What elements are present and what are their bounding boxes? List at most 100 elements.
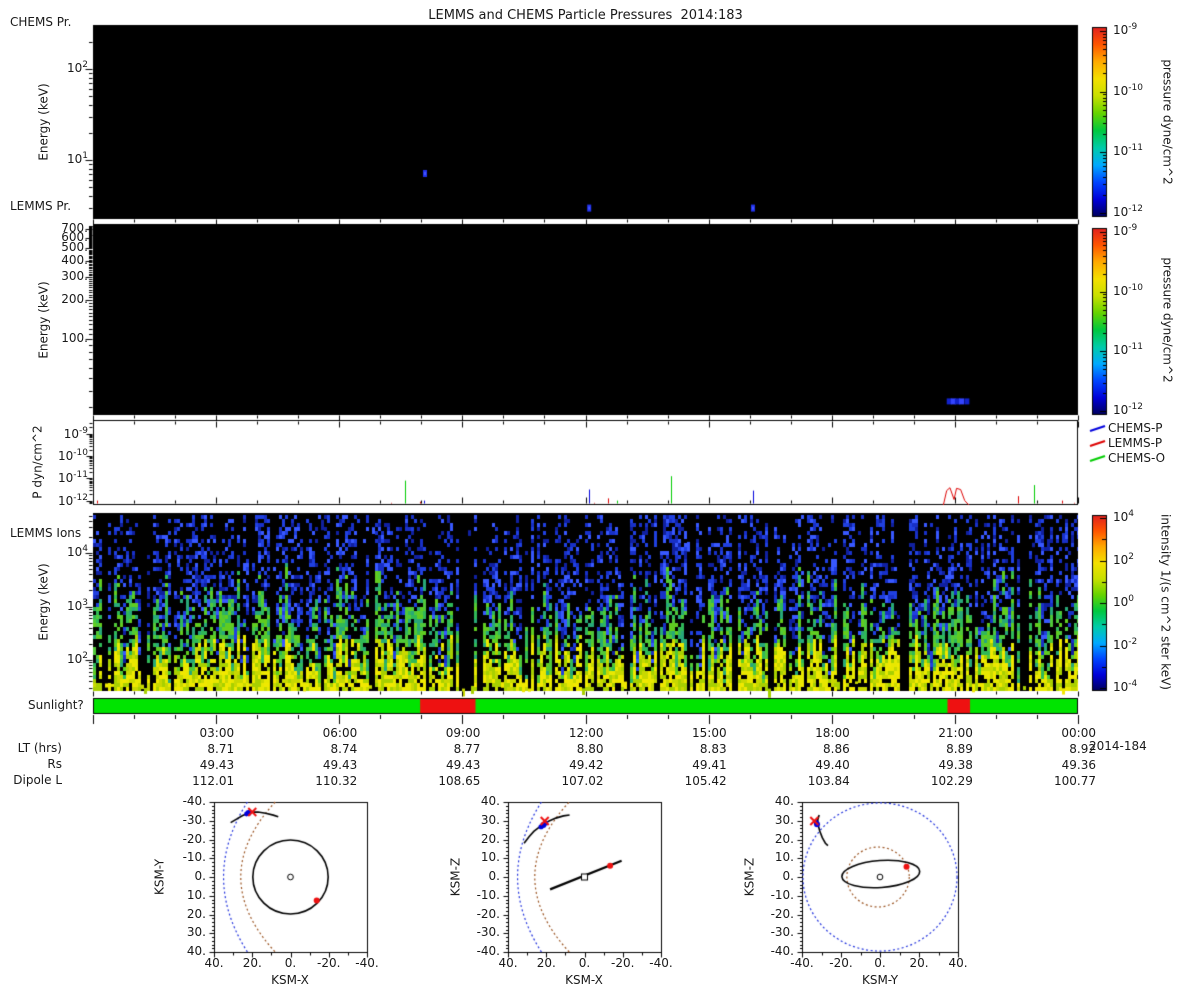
ephemeris-rs-value: 49.40 <box>770 758 850 772</box>
orbit-ytick-label: -10. <box>166 850 206 864</box>
ephemeris-rs-value: 49.42 <box>524 758 604 772</box>
ephemeris-dipole_l-value: 110.32 <box>277 774 357 788</box>
pressure-ytick-label: 10-11 <box>0 470 88 485</box>
ephemeris-dipole_l-value: 100.77 <box>1016 774 1096 788</box>
orbit-xtick-label: -40. <box>636 956 686 970</box>
ephemeris-lt-value: 8.86 <box>770 742 850 756</box>
ions-panel-label: LEMMS Ions <box>10 527 81 540</box>
pressure-ytick-label: 10-9 <box>0 426 88 441</box>
sunlight-label: Sunlight? <box>28 699 84 712</box>
orbit-ytick-label: 0. <box>460 869 500 883</box>
orbit-ytick-label: 0. <box>166 869 206 883</box>
orbit-ytick-label: 10. <box>754 850 794 864</box>
orbit-ytick-label: -20. <box>460 907 500 921</box>
orbit-ytick-label: 30. <box>460 813 500 827</box>
orbit-ytick-label: -40. <box>460 944 500 958</box>
ions-ytick-label: 102 <box>0 651 88 666</box>
ephemeris-lt-value: 8.89 <box>893 742 973 756</box>
cb2-tick-label: 10-12 <box>1113 402 1143 417</box>
orbit-ytick-label: 40. <box>166 944 206 958</box>
ephemeris-lt-value: 8.74 <box>277 742 357 756</box>
lemms-ytick-label: 100. <box>0 331 88 345</box>
cb2-tick-label: 10-9 <box>1113 223 1137 238</box>
pressure-unit-label-1: pressure dyne/cm^2 <box>1161 59 1174 184</box>
ephemeris-rs-value: 49.43 <box>277 758 357 772</box>
ephemeris-rs-value: 49.38 <box>893 758 973 772</box>
page-title: LEMMS and CHEMS Particle Pressures 2014:… <box>93 9 1078 22</box>
ephemeris-lt-value: 8.92 <box>1016 742 1096 756</box>
plot-page: LEMMS and CHEMS Particle Pressures 2014:… <box>0 0 1200 1000</box>
orbit-ytick-label: 40. <box>754 794 794 808</box>
orbit-ytick-label: -10. <box>754 888 794 902</box>
ephemeris-time-value: 15:00 <box>647 726 727 740</box>
chems-ytick-label: 101 <box>0 151 88 166</box>
ions-ytick-label: 103 <box>0 598 88 613</box>
cb2-tick-label: 10-10 <box>1113 283 1143 298</box>
ephemeris-time-value: 06:00 <box>277 726 357 740</box>
legend-chems-p: CHEMS-P <box>1108 421 1163 435</box>
dipole-row-label: Dipole L <box>0 774 62 787</box>
orbit-ytick-label: -30. <box>754 925 794 939</box>
intensity-unit-label: intensity 1/(s cm^2 ster keV) <box>1159 514 1172 690</box>
chems-ytick-label: 102 <box>0 60 88 75</box>
orbit-ytick-label: 10. <box>166 888 206 902</box>
chems-panel-label: CHEMS Pr. <box>10 16 71 29</box>
pressure-ytick-label: 10-12 <box>0 493 88 508</box>
ephemeris-rs-value: 49.41 <box>647 758 727 772</box>
orbit-ytick-label: -20. <box>166 832 206 846</box>
orbit-ytick-label: 20. <box>460 832 500 846</box>
orbit-ytick-label: -10. <box>460 888 500 902</box>
orbit-ytick-label: 10. <box>460 850 500 864</box>
cb4-tick-label: 10-2 <box>1113 637 1137 652</box>
lt-row-label: LT (hrs) <box>0 742 62 755</box>
ephemeris-dipole_l-value: 103.84 <box>770 774 850 788</box>
next-day-label: 2014-184 <box>1089 740 1147 753</box>
orbit-ytick-label: -30. <box>460 925 500 939</box>
pressure-unit-label-2: pressure dyne/cm^2 <box>1161 257 1174 382</box>
orbit2-xaxis-title: KSM-X <box>534 974 634 987</box>
orbit-ytick-label: -20. <box>754 907 794 921</box>
ephemeris-rs-value: 49.43 <box>154 758 234 772</box>
ephemeris-rs-value: 49.43 <box>400 758 480 772</box>
orbit3-xaxis-title: KSM-Y <box>830 974 930 987</box>
cb1-tick-label: 10-11 <box>1113 143 1143 158</box>
pressure-ytick-label: 10-10 <box>0 448 88 463</box>
ephemeris-dipole_l-value: 107.02 <box>524 774 604 788</box>
lemms-panel-label: LEMMS Pr. <box>10 200 71 213</box>
ephemeris-time-value: 00:00 <box>1016 726 1096 740</box>
ephemeris-lt-value: 8.83 <box>647 742 727 756</box>
orbit-ytick-label: 40. <box>460 794 500 808</box>
ephemeris-time-value: 12:00 <box>524 726 604 740</box>
orbit-ytick-label: -40. <box>754 944 794 958</box>
orbit-ytick-label: -30. <box>166 813 206 827</box>
legend-chems-o: CHEMS-O <box>1108 451 1165 465</box>
cb4-tick-label: 10-4 <box>1113 679 1137 694</box>
cb4-tick-label: 102 <box>1113 552 1134 567</box>
ephemeris-dipole_l-value: 112.01 <box>154 774 234 788</box>
rs-row-label: Rs <box>0 758 62 771</box>
ephemeris-dipole_l-value: 102.29 <box>893 774 973 788</box>
cb2-tick-label: 10-11 <box>1113 342 1143 357</box>
orbit1-yaxis-title: KSM-Y <box>154 859 167 895</box>
orbit-ytick-label: 20. <box>754 832 794 846</box>
lemms-ytick-label: 300. <box>0 269 88 283</box>
orbit-ytick-label: 0. <box>754 869 794 883</box>
cb1-tick-label: 10-10 <box>1113 83 1143 98</box>
ephemeris-lt-value: 8.77 <box>400 742 480 756</box>
ephemeris-dipole_l-value: 105.42 <box>647 774 727 788</box>
cb4-tick-label: 104 <box>1113 509 1134 524</box>
orbit-xtick-label: -40. <box>342 956 392 970</box>
orbit-ytick-label: 20. <box>166 907 206 921</box>
orbit-ytick-label: -40. <box>166 794 206 808</box>
energy-axis-label-chems: Energy (keV) <box>38 83 51 160</box>
lemms-ytick-label: 200. <box>0 292 88 306</box>
orbit-ytick-label: 30. <box>166 925 206 939</box>
orbit-xtick-label: 40. <box>933 956 983 970</box>
ephemeris-lt-value: 8.71 <box>154 742 234 756</box>
ephemeris-time-value: 18:00 <box>770 726 850 740</box>
ephemeris-dipole_l-value: 108.65 <box>400 774 480 788</box>
cb1-tick-label: 10-12 <box>1113 204 1143 219</box>
ions-ytick-label: 104 <box>0 544 88 559</box>
ephemeris-lt-value: 8.80 <box>524 742 604 756</box>
legend-lemms-p: LEMMS-P <box>1108 436 1162 450</box>
